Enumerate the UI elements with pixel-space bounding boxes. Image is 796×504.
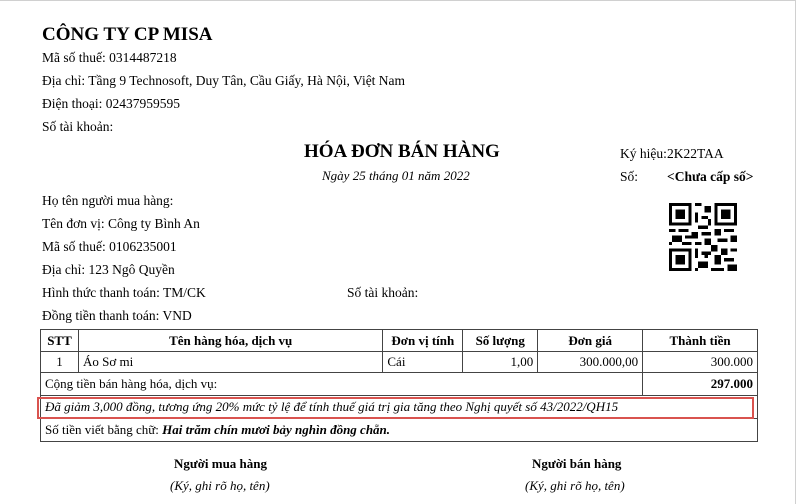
seller-signature-title: Người bán hàng	[532, 456, 622, 471]
col-header-unit: Đơn vị tính	[382, 329, 464, 352]
col-header-qty: Số lượng	[462, 329, 539, 352]
buyer-signature-note: (Ký, ghi rõ họ, tên)	[170, 478, 270, 493]
cell-amount: 300.000	[642, 351, 758, 373]
seller-signature-note: (Ký, ghi rõ họ, tên)	[525, 478, 625, 493]
amount-in-words: Số tiền viết bằng chữ: Hai trăm chín mươ…	[40, 418, 758, 442]
amount-in-words-value: Hai trăm chín mươi bảy nghìn đồng chẵn.	[162, 422, 391, 437]
col-header-amount: Thành tiền	[642, 329, 758, 352]
invoice-number-value: <Chưa cấp số>	[667, 169, 754, 184]
buyer-signature-title: Người mua hàng	[174, 456, 268, 471]
cell-qty: 1,00	[462, 351, 539, 373]
seller-company-name: CÔNG TY CP MISA	[42, 24, 213, 45]
buyer-payment-method: Hình thức thanh toán: TM/CK	[42, 285, 206, 300]
items-table: STT Tên hàng hóa, dịch vụ Đơn vị tính Số…	[39, 329, 758, 442]
buyer-currency: Đồng tiền thanh toán: VND	[42, 308, 192, 323]
invoice-date: Ngày 25 tháng 01 năm 2022	[322, 168, 470, 183]
subtotal-value: 297.000	[642, 372, 758, 396]
seller-tax-code: Mã số thuế: 0314487218	[42, 50, 177, 65]
col-header-name: Tên hàng hóa, dịch vụ	[77, 329, 384, 352]
discount-highlight-box	[37, 397, 754, 419]
qr-code-icon	[669, 203, 737, 271]
buyer-account: Số tài khoản:	[347, 285, 419, 300]
seller-address: Địa chỉ: Tầng 9 Technosoft, Duy Tân, Cầu…	[42, 73, 406, 88]
amount-in-words-row: Số tiền viết bằng chữ: Hai trăm chín mươ…	[40, 418, 758, 442]
invoice-title: HÓA ĐƠN BÁN HÀNG	[304, 141, 500, 162]
col-header-stt: STT	[40, 329, 79, 352]
table-row: 1 Áo Sơ mi Cái 1,00 300.000,00 300.000	[40, 351, 758, 373]
seller-phone: Điện thoại: 02437959595	[42, 96, 180, 111]
buyer-tax-code: Mã số thuế: 0106235001	[42, 239, 177, 254]
table-header-row: STT Tên hàng hóa, dịch vụ Đơn vị tính Số…	[40, 329, 758, 352]
buyer-unit: Tên đơn vị: Công ty Bình An	[42, 216, 200, 231]
col-header-price: Đơn giá	[537, 329, 644, 352]
cell-unit: Cái	[382, 351, 464, 373]
amount-in-words-label: Số tiền viết bằng chữ:	[45, 422, 159, 437]
page-border-top	[0, 0, 796, 1]
cell-price: 300.000,00	[537, 351, 644, 373]
buyer-name: Họ tên người mua hàng:	[42, 193, 174, 208]
seller-account: Số tài khoản:	[42, 119, 114, 134]
invoice-symbol-value: 2K22TAA	[667, 146, 724, 161]
subtotal-row: Cộng tiền bán hàng hóa, dịch vụ: 297.000	[39, 372, 758, 396]
buyer-address: Địa chỉ: 123 Ngô Quyền	[42, 262, 175, 277]
invoice-number-label: Số:	[620, 169, 639, 184]
invoice-symbol-label: Ký hiệu:	[620, 146, 667, 161]
cell-name: Áo Sơ mi	[77, 351, 384, 373]
subtotal-label: Cộng tiền bán hàng hóa, dịch vụ:	[39, 372, 644, 396]
cell-stt: 1	[40, 351, 79, 373]
